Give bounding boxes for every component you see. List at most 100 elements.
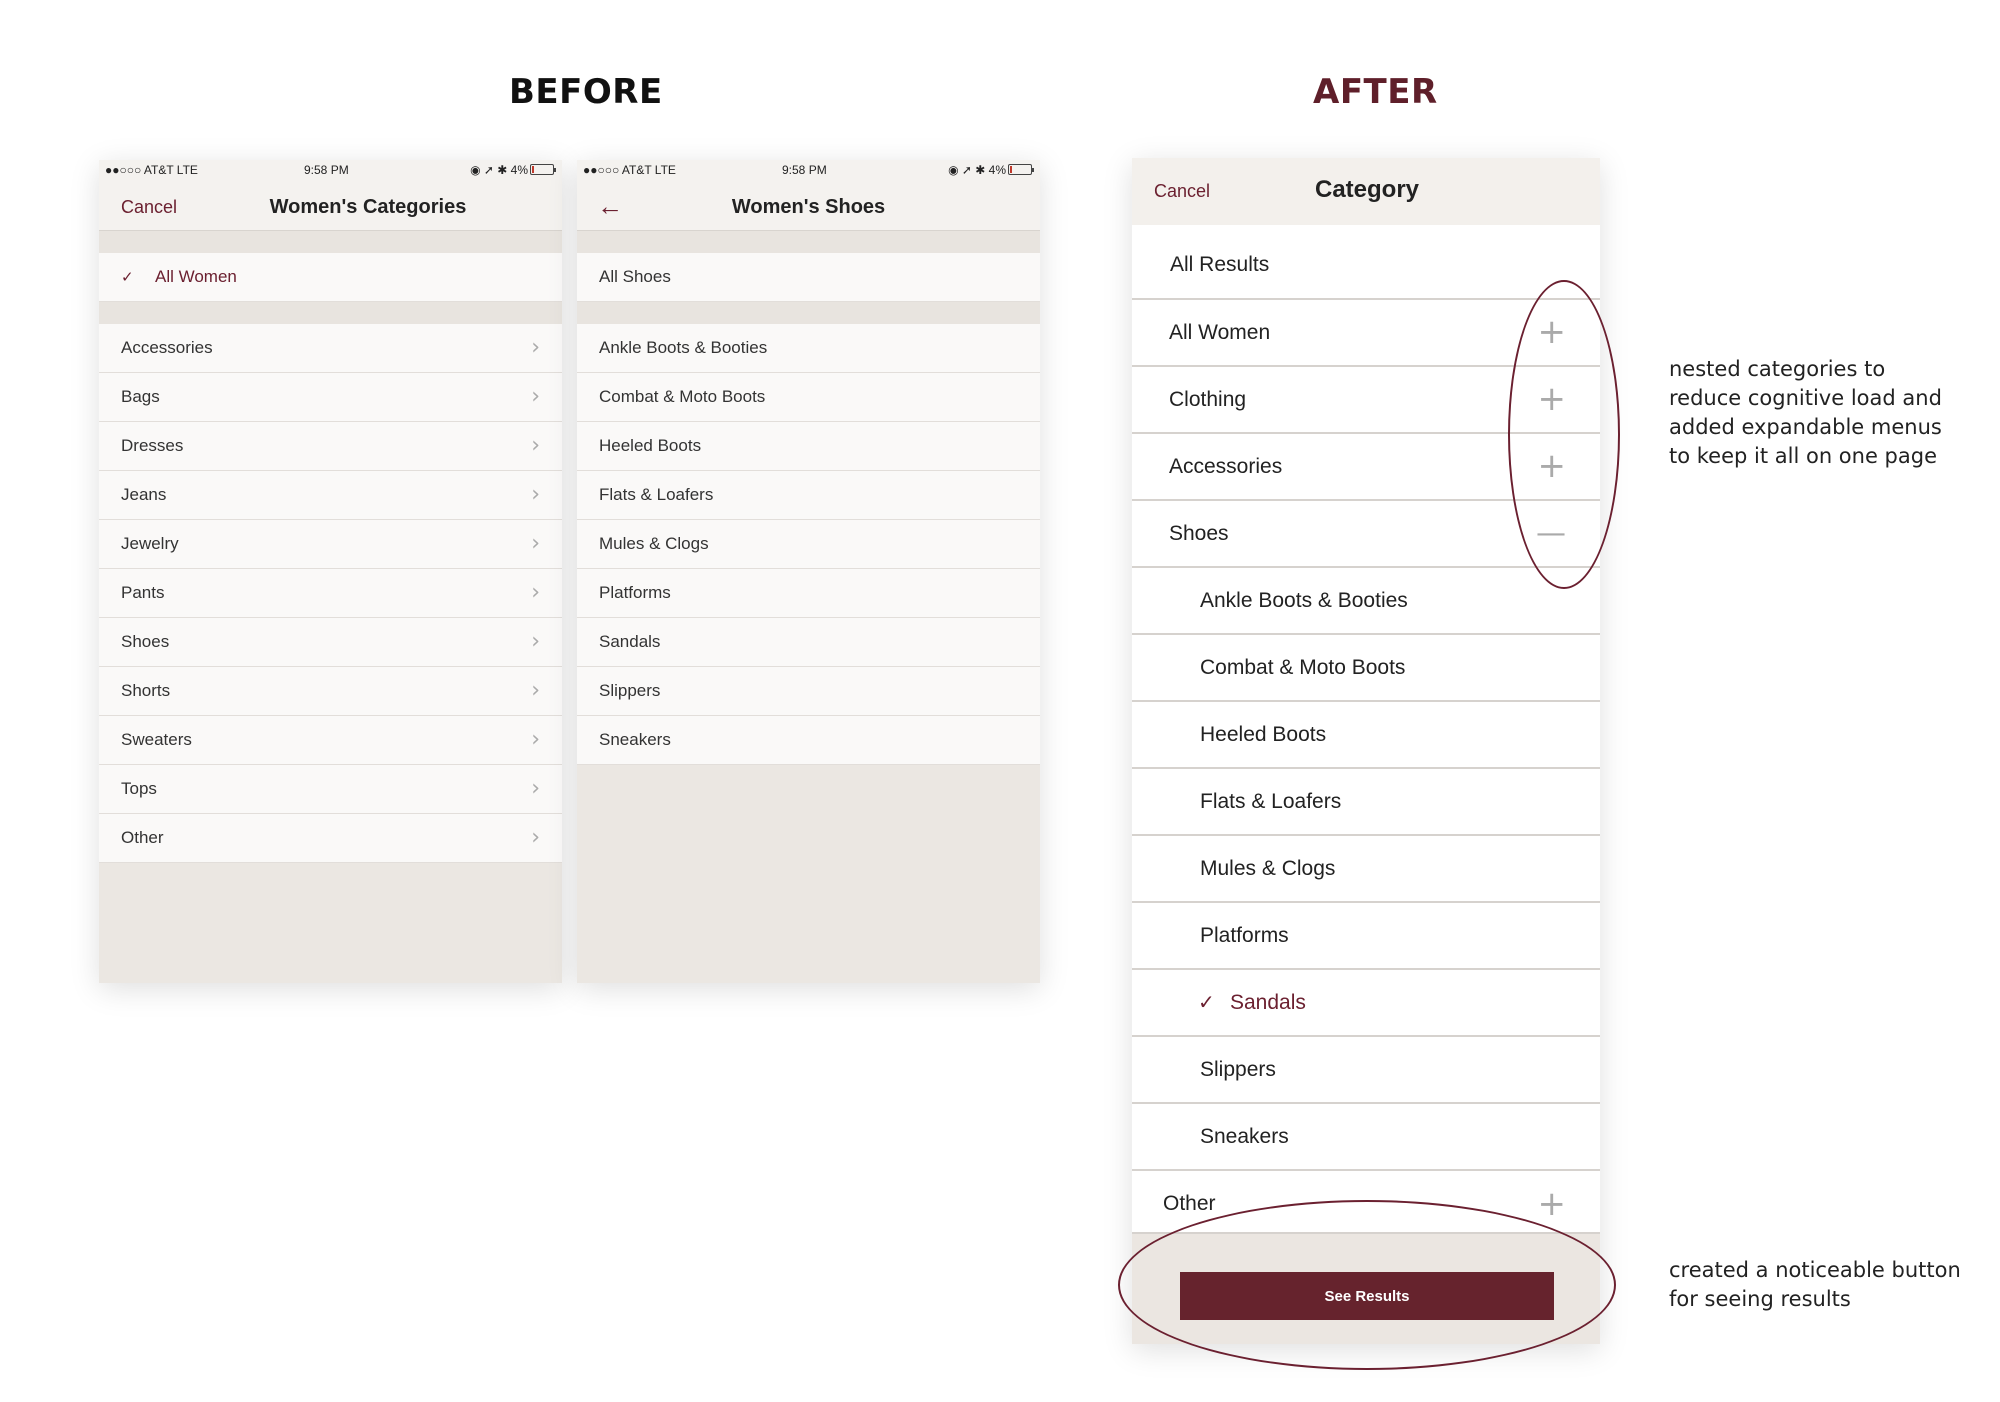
- list-item-label: Mules & Clogs: [1200, 857, 1336, 880]
- list-item[interactable]: Dresses ›: [99, 422, 562, 471]
- list-item-all-results[interactable]: All Results: [1132, 225, 1600, 300]
- list-item[interactable]: Other ›: [99, 814, 562, 863]
- minus-icon[interactable]: —: [1536, 501, 1566, 566]
- chevron-right-icon: ›: [531, 629, 540, 654]
- page-title: Women's Shoes: [731, 196, 886, 218]
- accordion-child[interactable]: Flats & Loafers: [1132, 769, 1600, 836]
- list-item-label: Shorts: [121, 681, 171, 700]
- accordion-child[interactable]: Combat & Moto Boots: [1132, 635, 1600, 702]
- nav-bar: Cancel Category: [1132, 158, 1600, 225]
- list-item-all-shoes[interactable]: All Shoes: [577, 253, 1040, 302]
- list-item[interactable]: Pants ›: [99, 569, 562, 618]
- list-item-all-women[interactable]: ✓ All Women: [99, 253, 562, 302]
- carrier-label: ●●○○○ AT&T LTE: [583, 163, 676, 177]
- accordion-child[interactable]: Ankle Boots & Booties: [1132, 568, 1600, 635]
- list-item-label: Platforms: [599, 583, 671, 602]
- accordion-parent[interactable]: All Women +: [1132, 300, 1600, 367]
- list-item-label: All Shoes: [599, 267, 671, 286]
- annotation-note-button: created a noticeable button for seeing r…: [1669, 1258, 1961, 1311]
- list-item-label: Pants: [121, 583, 165, 602]
- chevron-right-icon: ›: [531, 678, 540, 703]
- status-time: 9:58 PM: [782, 163, 827, 177]
- accordion-parent[interactable]: Accessories +: [1132, 434, 1600, 501]
- list-item[interactable]: Mules & Clogs: [577, 520, 1040, 569]
- chevron-right-icon: ›: [531, 433, 540, 458]
- plus-icon[interactable]: +: [1538, 434, 1567, 499]
- status-right: ◉ ➚ ✱ 4%: [948, 163, 1034, 177]
- status-bar: ●●○○○ AT&T LTE 9:58 PM ◉ ➚ ✱ 4%: [577, 160, 1040, 181]
- accordion-parent[interactable]: Clothing +: [1132, 367, 1600, 434]
- before-screen-shoes: ●●○○○ AT&T LTE 9:58 PM ◉ ➚ ✱ 4% ← Women'…: [577, 160, 1040, 983]
- accordion-child[interactable]: Mules & Clogs: [1132, 836, 1600, 903]
- list-item[interactable]: Ankle Boots & Booties: [577, 324, 1040, 373]
- chevron-right-icon: ›: [531, 531, 540, 556]
- accordion-child[interactable]: Heeled Boots: [1132, 702, 1600, 769]
- list-item-label: All Results: [1170, 253, 1270, 276]
- after-heading: AFTER: [1313, 72, 1438, 112]
- list-item[interactable]: Shorts ›: [99, 667, 562, 716]
- shoe-list: Ankle Boots & Booties Combat & Moto Boots…: [577, 324, 1040, 765]
- accordion-child[interactable]: Slippers: [1132, 1037, 1600, 1104]
- list-item[interactable]: Shoes ›: [99, 618, 562, 667]
- chevron-right-icon: ›: [531, 776, 540, 801]
- section-gap: [99, 231, 562, 253]
- cancel-button[interactable]: Cancel: [1154, 181, 1210, 202]
- section-gap: [577, 302, 1040, 324]
- list-item-label: Flats & Loafers: [599, 485, 714, 504]
- list-item-other[interactable]: Other +: [1132, 1171, 1600, 1234]
- page-title: Women's Categories: [269, 196, 467, 218]
- list-item-label: Combat & Moto Boots: [599, 387, 766, 406]
- list-item-label: All Women: [1169, 321, 1271, 344]
- list-item[interactable]: Jewelry ›: [99, 520, 562, 569]
- section-gap: [99, 302, 562, 324]
- status-bar: ●●○○○ AT&T LTE 9:58 PM ◉ ➚ ✱ 4%: [99, 160, 562, 181]
- accordion-child[interactable]: ✓ Sandals: [1132, 970, 1600, 1037]
- list-item[interactable]: Slippers: [577, 667, 1040, 716]
- nav-bar: Cancel Women's Categories: [99, 181, 562, 231]
- section-gap: [577, 231, 1040, 253]
- list-item-label: Ankle Boots & Booties: [1200, 589, 1408, 612]
- plus-icon[interactable]: +: [1538, 367, 1567, 432]
- list-item-label: Dresses: [121, 436, 184, 455]
- plus-icon[interactable]: +: [1538, 300, 1567, 365]
- category-accordion: All Women + Clothing + Accessories + Shoes — Ank…: [1132, 300, 1600, 1171]
- chevron-right-icon: ›: [531, 482, 540, 507]
- list-item[interactable]: Flats & Loafers: [577, 471, 1040, 520]
- list-item[interactable]: Combat & Moto Boots: [577, 373, 1040, 422]
- list-item-label: Sneakers: [599, 730, 671, 749]
- after-screen-category: Cancel Category All Results All Women + Cl…: [1132, 158, 1600, 1344]
- list-item-label: Jeans: [121, 485, 167, 504]
- status-time: 9:58 PM: [304, 163, 349, 177]
- list-item[interactable]: Sweaters ›: [99, 716, 562, 765]
- list-item[interactable]: Sneakers: [577, 716, 1040, 765]
- see-results-button[interactable]: See Results: [1180, 1272, 1554, 1320]
- list-item-label: Flats & Loafers: [1200, 790, 1342, 813]
- list-item-label: All Women: [155, 267, 237, 286]
- accordion-parent[interactable]: Shoes —: [1132, 501, 1600, 568]
- list-item[interactable]: Platforms: [577, 569, 1040, 618]
- chevron-right-icon: ›: [531, 384, 540, 409]
- list-item-label: Accessories: [121, 338, 213, 357]
- list-item[interactable]: Sandals: [577, 618, 1040, 667]
- list-item-label: Combat & Moto Boots: [1200, 656, 1406, 679]
- status-right: ◉ ➚ ✱ 4%: [470, 163, 556, 177]
- page-title: Category: [1315, 176, 1420, 203]
- list-item-label: Shoes: [121, 632, 170, 651]
- list-item[interactable]: Tops ›: [99, 765, 562, 814]
- before-heading: BEFORE: [509, 72, 663, 112]
- list-item[interactable]: Bags ›: [99, 373, 562, 422]
- list-item[interactable]: Heeled Boots: [577, 422, 1040, 471]
- list-item[interactable]: Accessories ›: [99, 324, 562, 373]
- category-list: Accessories › Bags › Dresses › Jeans › Jewelry › P…: [99, 324, 562, 863]
- chevron-right-icon: ›: [531, 335, 540, 360]
- list-item[interactable]: Jeans ›: [99, 471, 562, 520]
- annotation-note-nested: nested categories to reduce cognitive lo…: [1669, 357, 1942, 468]
- accordion-child[interactable]: Sneakers: [1132, 1104, 1600, 1171]
- carrier-label: ●●○○○ AT&T LTE: [105, 163, 198, 177]
- list-item-label: Slippers: [1200, 1058, 1276, 1081]
- accordion-child[interactable]: Platforms: [1132, 903, 1600, 970]
- list-item-label: Ankle Boots & Booties: [599, 338, 768, 357]
- list-item-label: Sandals: [1230, 991, 1306, 1014]
- plus-icon[interactable]: +: [1538, 1171, 1567, 1237]
- list-item-label: Other: [1163, 1192, 1216, 1215]
